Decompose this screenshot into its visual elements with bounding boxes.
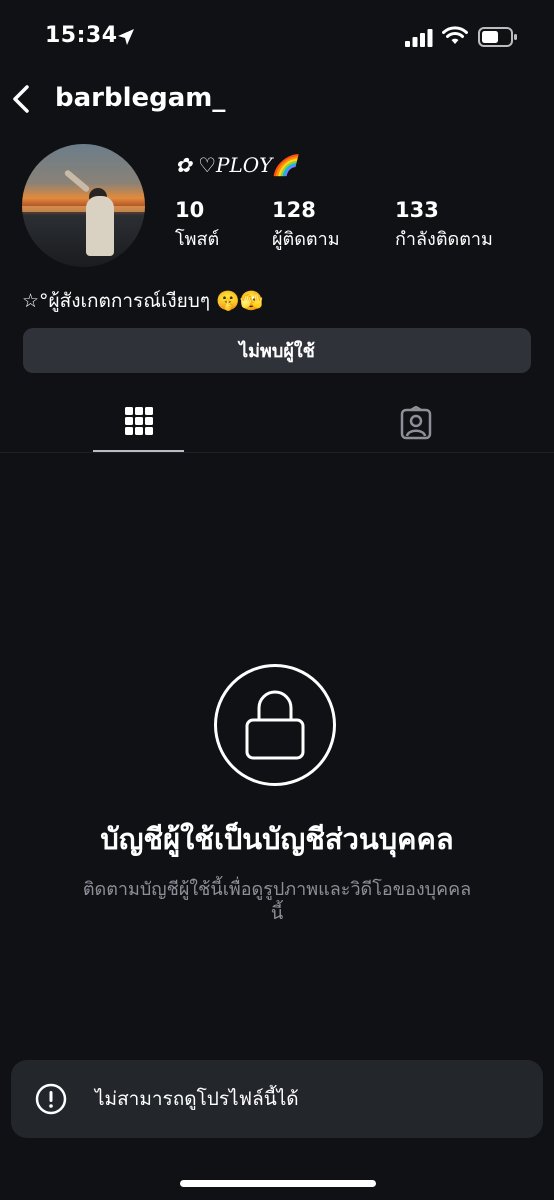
stat-followers[interactable]: 128 ผู้ติดตาม	[272, 198, 340, 253]
stat-followers-count: 128	[272, 198, 316, 222]
private-account-description: ติดตามบัญชีผู้ใช้นี้เพื่อดูรูปภาพและวิดี…	[82, 879, 472, 924]
tab-posts-grid[interactable]	[93, 402, 184, 452]
location-arrow-icon	[118, 29, 134, 45]
status-time: 15:34	[45, 23, 118, 48]
stat-posts-label: โพสต์	[175, 229, 220, 250]
stat-posts: 10 โพสต์	[175, 198, 219, 253]
lock-icon	[245, 690, 305, 760]
cellular-signal-icon	[405, 29, 433, 47]
battery-icon	[478, 27, 517, 47]
toast-text: ไม่สามารถดูโปรไฟล์นี้ได้	[95, 1088, 299, 1110]
back-chevron-icon[interactable]	[10, 84, 34, 114]
stat-following-label: กำลังติดตาม	[395, 229, 493, 250]
stat-following-count: 133	[395, 198, 439, 222]
stat-posts-count: 10	[175, 198, 205, 222]
profile-bio: ☆°ผู้สังเกตการณ์เงียบๆ 🤫🫣	[22, 290, 264, 312]
tabs-divider	[0, 452, 554, 453]
user-not-found-button[interactable]: ไม่พบผู้ใช้	[23, 328, 531, 373]
display-name: ✿ ♡PLOY🌈	[175, 153, 298, 177]
toast-message: ไม่สามารถดูโปรไฟล์นี้ได้	[11, 1060, 543, 1138]
wifi-icon	[442, 26, 468, 44]
grid-icon	[124, 407, 153, 435]
tagged-person-icon	[400, 406, 431, 440]
avatar[interactable]	[22, 144, 145, 267]
alert-circle-icon	[35, 1083, 67, 1115]
stat-followers-label: ผู้ติดตาม	[272, 229, 340, 250]
private-account-title: บัญชีผู้ใช้เป็นบัญชีส่วนบุคคล	[100, 822, 454, 856]
lock-circle	[214, 664, 336, 786]
home-indicator[interactable]	[180, 1180, 376, 1187]
tab-tagged[interactable]	[370, 402, 461, 452]
stat-following[interactable]: 133 กำลังติดตาม	[395, 198, 493, 253]
profile-username: barblegam_	[55, 83, 226, 113]
